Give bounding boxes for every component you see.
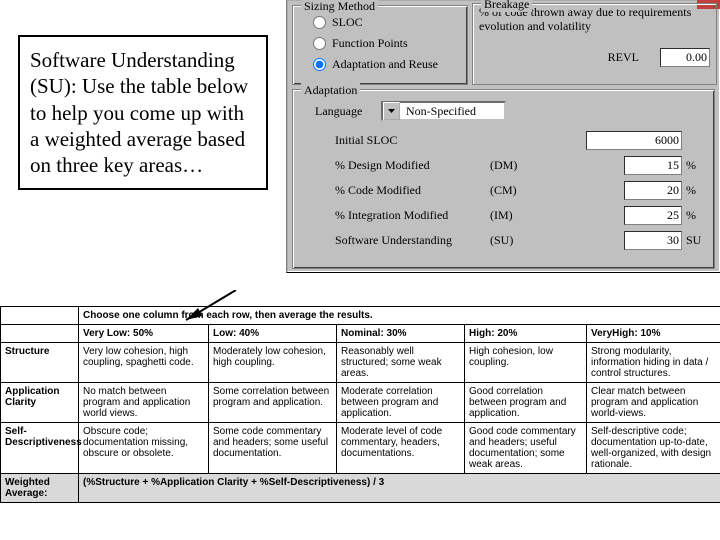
adapt-field-label: % Design Modified bbox=[335, 158, 490, 173]
adaptation-legend: Adaptation bbox=[301, 83, 360, 98]
table-col-header: Nominal: 30% bbox=[337, 325, 465, 343]
adapt-field-label: % Code Modified bbox=[335, 183, 490, 198]
sizing-legend: Sizing Method bbox=[301, 0, 378, 14]
radio-sloc-label: SLOC bbox=[332, 15, 363, 30]
adapt-field-row: Software Understanding(SU) SU bbox=[335, 231, 708, 250]
table-col-header: VeryHigh: 10% bbox=[587, 325, 720, 343]
breakage-group: Breakage % of code thrown away due to re… bbox=[472, 3, 717, 85]
table-col-header bbox=[1, 325, 79, 343]
adapt-field-paren: (SU) bbox=[490, 233, 530, 248]
language-value: Non-Specified bbox=[400, 104, 504, 119]
table-cell: Moderately low cohesion, high coupling. bbox=[209, 343, 337, 383]
adaptation-group: Adaptation Language Non-Specified Initia… bbox=[292, 89, 715, 269]
initial-sloc-label: Initial SLOC bbox=[335, 133, 425, 148]
table-cell: Self-descriptive code; documentation up-… bbox=[587, 423, 720, 474]
table-col-header: High: 20% bbox=[465, 325, 587, 343]
adapt-field-paren: (DM) bbox=[490, 158, 530, 173]
table-cell: Very low cohesion, high coupling, spaghe… bbox=[79, 343, 209, 383]
callout-text: Software Understanding (SU): Use the tab… bbox=[30, 48, 248, 177]
radio-ar-label: Adaptation and Reuse bbox=[332, 57, 438, 72]
table-cell: Moderate level of code commentary, heade… bbox=[337, 423, 465, 474]
table-row-header: Application Clarity bbox=[1, 383, 79, 423]
language-dropdown[interactable]: Non-Specified bbox=[381, 101, 506, 121]
table-caption-blank bbox=[1, 307, 79, 325]
radio-fp-label: Function Points bbox=[332, 36, 408, 51]
table-caption: Choose one column from each row, then av… bbox=[79, 307, 720, 325]
radio-ar-input[interactable] bbox=[313, 58, 326, 71]
adapt-field-unit: % bbox=[686, 158, 708, 173]
adapt-field-label: % Integration Modified bbox=[335, 208, 490, 223]
adapt-field-label: Software Understanding bbox=[335, 233, 490, 248]
formula-label: Weighted Average: bbox=[1, 474, 79, 503]
chevron-down-icon[interactable] bbox=[383, 102, 400, 120]
table-row: Self-DescriptivenessObscure code; docume… bbox=[1, 423, 720, 474]
table-cell: Strong modularity, information hiding in… bbox=[587, 343, 720, 383]
table-cell: Moderate correlation between program and… bbox=[337, 383, 465, 423]
table-cell: Reasonably well structured; some weak ar… bbox=[337, 343, 465, 383]
table-row: StructureVery low cohesion, high couplin… bbox=[1, 343, 720, 383]
table-cell: Some code commentary and headers; some u… bbox=[209, 423, 337, 474]
revl-input[interactable] bbox=[660, 48, 710, 67]
adapt-field-unit: SU bbox=[686, 233, 708, 248]
pointer-arrow bbox=[176, 290, 256, 330]
adapt-field-row: % Design Modified(DM)% bbox=[335, 156, 708, 175]
table-cell: Good code commentary and headers; useful… bbox=[465, 423, 587, 474]
initial-sloc-input[interactable] bbox=[586, 131, 682, 150]
dialog-panel: Sizing Method SLOC Function Points Adapt… bbox=[286, 0, 720, 273]
adapt-field-unit: % bbox=[686, 183, 708, 198]
adapt-field-unit: % bbox=[686, 208, 708, 223]
radio-ar[interactable]: Adaptation and Reuse bbox=[313, 57, 461, 72]
formula-text: (%Structure + %Application Clarity + %Se… bbox=[79, 474, 720, 503]
adapt-field-input[interactable] bbox=[624, 206, 682, 225]
table-cell: Good correlation between program and app… bbox=[465, 383, 587, 423]
adapt-field-row: % Integration Modified(IM)% bbox=[335, 206, 708, 225]
table-row: Application ClarityNo match between prog… bbox=[1, 383, 720, 423]
callout-box: Software Understanding (SU): Use the tab… bbox=[18, 35, 268, 190]
adapt-field-paren: (CM) bbox=[490, 183, 530, 198]
radio-fp[interactable]: Function Points bbox=[313, 36, 461, 51]
table-cell: Clear match between program and applicat… bbox=[587, 383, 720, 423]
language-label: Language bbox=[315, 104, 381, 119]
sizing-method-group: Sizing Method SLOC Function Points Adapt… bbox=[292, 5, 468, 85]
su-rating-table: Choose one column from each row, then av… bbox=[0, 306, 720, 503]
adapt-field-paren: (IM) bbox=[490, 208, 530, 223]
radio-sloc[interactable]: SLOC bbox=[313, 15, 461, 30]
breakage-legend: Breakage bbox=[481, 0, 532, 12]
table-row-header: Self-Descriptiveness bbox=[1, 423, 79, 474]
table-cell: Some correlation between program and app… bbox=[209, 383, 337, 423]
revl-label: REVL bbox=[608, 50, 639, 65]
table-cell: No match between program and application… bbox=[79, 383, 209, 423]
adapt-field-input[interactable] bbox=[624, 156, 682, 175]
radio-fp-input[interactable] bbox=[313, 37, 326, 50]
adapt-field-input[interactable] bbox=[624, 231, 682, 250]
table-cell: Obscure code; documentation missing, obs… bbox=[79, 423, 209, 474]
table-row-header: Structure bbox=[1, 343, 79, 383]
table-cell: High cohesion, low coupling. bbox=[465, 343, 587, 383]
adapt-field-input[interactable] bbox=[624, 181, 682, 200]
radio-sloc-input[interactable] bbox=[313, 16, 326, 29]
adapt-field-row: % Code Modified(CM)% bbox=[335, 181, 708, 200]
